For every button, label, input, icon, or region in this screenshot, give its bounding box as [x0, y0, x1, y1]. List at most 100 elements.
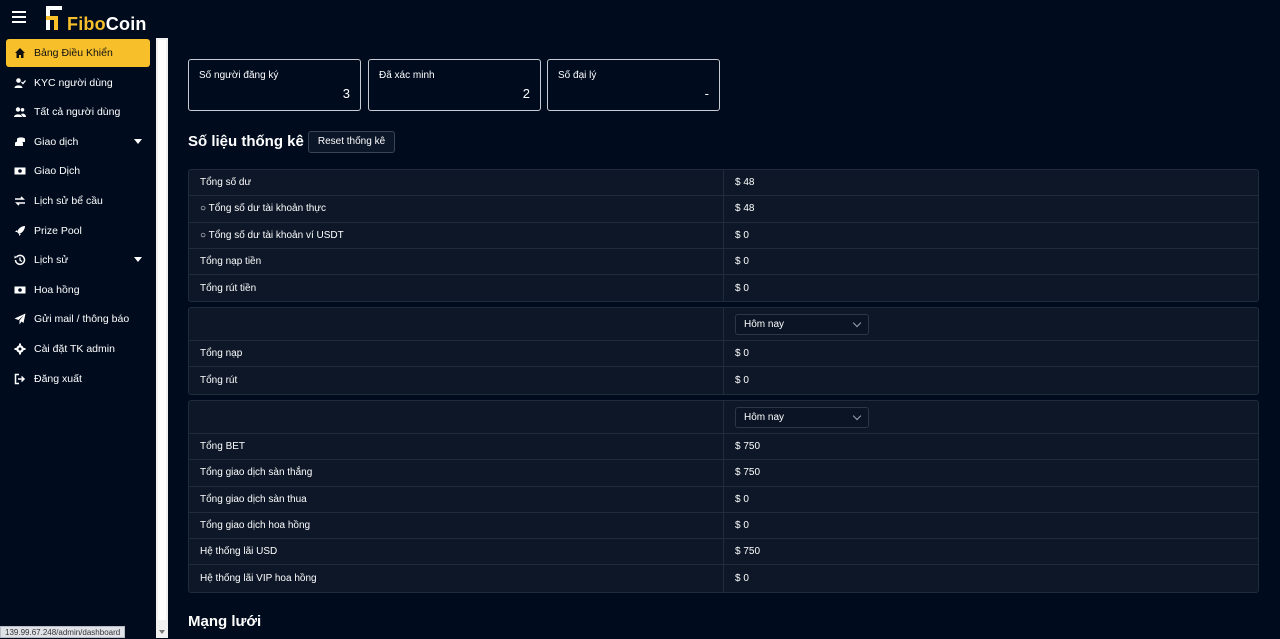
row-value: $ 0 — [735, 229, 749, 241]
stats-title: Số liệu thống kê — [188, 133, 304, 150]
trading-table: Hôm nay Tổng BET $ 750 Tổng giao dịch sàn… — [188, 400, 1259, 593]
scrollbar-thumb[interactable] — [158, 40, 166, 620]
sidebar-item-label: Prize Pool — [34, 224, 82, 237]
row-label: Tổng BET — [200, 441, 246, 453]
sidebar-item-label: Lịch sử — [34, 254, 69, 267]
chevron-down-icon — [134, 257, 142, 263]
row-value: $ 0 — [735, 348, 749, 360]
money-bill-icon — [14, 284, 26, 296]
sidebar-item-history-menu[interactable]: Lịch sử — [6, 246, 150, 274]
row-value: $ 0 — [735, 573, 749, 585]
card-label: Số đại lý — [558, 70, 597, 81]
home-icon — [14, 47, 26, 59]
sidebar-item-transactions-menu[interactable]: Giao dịch — [6, 128, 150, 156]
row-label: Tổng giao dịch hoa hồng — [200, 520, 311, 532]
sidebar-item-all-users[interactable]: Tất cả người dùng — [6, 98, 150, 126]
card-value: 2 — [522, 86, 530, 101]
sidebar-item-kyc[interactable]: KYC người dùng — [6, 69, 150, 97]
sidebar-item-label: KYC người dùng — [34, 76, 113, 89]
chevron-down-icon — [134, 138, 142, 144]
row-value: $ 750 — [735, 546, 761, 558]
logout-icon — [14, 373, 26, 385]
deposit-withdraw-table: Hôm nay Tổng nạp $ 0 Tổng rút $ 0 — [188, 307, 1259, 395]
row-label: Tổng nạp — [200, 348, 243, 360]
card-value: - — [704, 86, 709, 101]
row-label: ○ Tổng số dư tài khoản thực — [200, 203, 326, 215]
send-icon — [14, 313, 26, 325]
balance-table: Tổng số dư $ 48 ○ Tổng số dư tài khoản th… — [188, 169, 1259, 303]
card-value: 3 — [342, 86, 350, 101]
row-label: ○ Tổng số dư tài khoản ví USDT — [200, 229, 344, 241]
table-row: Hệ thống lãi VIP hoa hồng $ 0 — [189, 565, 1258, 592]
users-icon — [14, 106, 26, 118]
sidebar-item-dashboard[interactable]: Bảng Điều Khiển — [6, 39, 150, 67]
row-value: $ 750 — [735, 467, 761, 479]
status-bar-url: 139.99.67.248/admin/dashboard — [0, 626, 126, 638]
top-bar: FiboCoin — [0, 0, 1280, 38]
card-agents: Số đại lý - — [547, 59, 720, 111]
row-value: $ 750 — [735, 441, 761, 453]
sidebar-item-label: Giao Dịch — [34, 165, 81, 178]
row-value: $ 0 — [735, 282, 749, 294]
row-label: Tổng rút — [200, 374, 238, 386]
money-bill-icon — [14, 165, 26, 177]
sidebar: Bảng Điều Khiển KYC người dùng Tất cả ng… — [0, 38, 156, 638]
table-row: Tổng giao dịch hoa hồng $ 0 — [189, 512, 1258, 540]
network-title: Mạng lưới — [188, 613, 262, 630]
row-label: Tổng giao dịch sàn thắng — [200, 467, 313, 479]
sidebar-item-commission[interactable]: Hoa hồng — [6, 276, 150, 304]
table-row: ○ Tổng số dư tài khoản ví USDT $ 0 — [189, 222, 1258, 249]
fibocoin-logo-icon — [46, 6, 62, 30]
period-select-value: Hôm nay — [744, 319, 785, 330]
row-value: $ 0 — [735, 493, 749, 505]
sidebar-item-admin-settings[interactable]: Cài đặt TK admin — [6, 335, 150, 363]
period-select[interactable]: Hôm nay — [735, 407, 869, 428]
period-select[interactable]: Hôm nay — [735, 314, 869, 335]
sidebar-item-prize-pool[interactable]: Prize Pool — [6, 217, 150, 245]
chevron-down-icon — [852, 318, 862, 328]
rocket-icon — [14, 225, 26, 237]
table-row: Hệ thống lãi USD $ 750 — [189, 539, 1258, 566]
sidebar-item-label: Lịch sử bể cầu — [34, 195, 103, 207]
row-label: Hệ thống lãi VIP hoa hồng — [200, 573, 317, 585]
sidebar-item-label: Cài đặt TK admin — [34, 343, 115, 355]
table-row: Tổng BET $ 750 — [189, 434, 1258, 461]
sidebar-item-logout[interactable]: Đăng xuất — [6, 365, 150, 393]
row-value: $ 0 — [735, 374, 749, 386]
history-icon — [14, 254, 26, 266]
sidebar-item-bridge-history[interactable]: Lịch sử bể cầu — [6, 187, 150, 215]
row-value: $ 0 — [735, 256, 749, 268]
card-verified: Đã xác minh 2 — [368, 59, 541, 111]
table-row: Tổng số dư $ 48 — [189, 170, 1258, 197]
chevron-down-icon — [852, 411, 862, 421]
sidebar-item-label: Gửi mail / thông báo — [34, 313, 130, 326]
menu-toggle-icon[interactable] — [12, 11, 26, 25]
card-label: Đã xác minh — [379, 70, 435, 81]
table-row: Tổng nạp tiền $ 0 — [189, 248, 1258, 276]
table-row: Tổng rút tiền $ 0 — [189, 275, 1258, 302]
row-label: Tổng rút tiền — [200, 282, 257, 294]
table-row: ○ Tổng số dư tài khoản thực $ 48 — [189, 196, 1258, 223]
sidebar-item-transactions[interactable]: Giao Dịch — [6, 157, 150, 185]
row-label: Tổng giao dịch sàn thua — [200, 493, 307, 505]
card-label: Số người đăng ký — [199, 70, 279, 81]
reset-stats-button[interactable]: Reset thống kê — [308, 131, 395, 153]
table-row: Tổng rút $ 0 — [189, 367, 1258, 394]
row-value: $ 48 — [735, 203, 755, 215]
brand-part-1: Fibo — [67, 14, 106, 34]
brand-name[interactable]: FiboCoin — [67, 14, 147, 35]
table-row: Tổng nạp $ 0 — [189, 341, 1258, 368]
sidebar-item-send-mail[interactable]: Gửi mail / thông báo — [6, 305, 150, 333]
table-filter-row: Hôm nay — [189, 308, 1258, 341]
gear-icon — [14, 343, 26, 355]
user-check-icon — [14, 77, 26, 89]
sidebar-item-label: Hoa hồng — [34, 283, 80, 296]
table-filter-row: Hôm nay — [189, 401, 1258, 434]
exchange-icon — [14, 195, 26, 207]
scroll-down-arrow-icon[interactable] — [159, 630, 165, 634]
row-value: $ 0 — [735, 520, 749, 532]
table-row: Tổng giao dịch sàn thua $ 0 — [189, 486, 1258, 513]
row-label: Tổng nạp tiền — [200, 256, 262, 268]
sidebar-scrollbar[interactable] — [156, 38, 168, 638]
period-select-value: Hôm nay — [744, 412, 785, 423]
